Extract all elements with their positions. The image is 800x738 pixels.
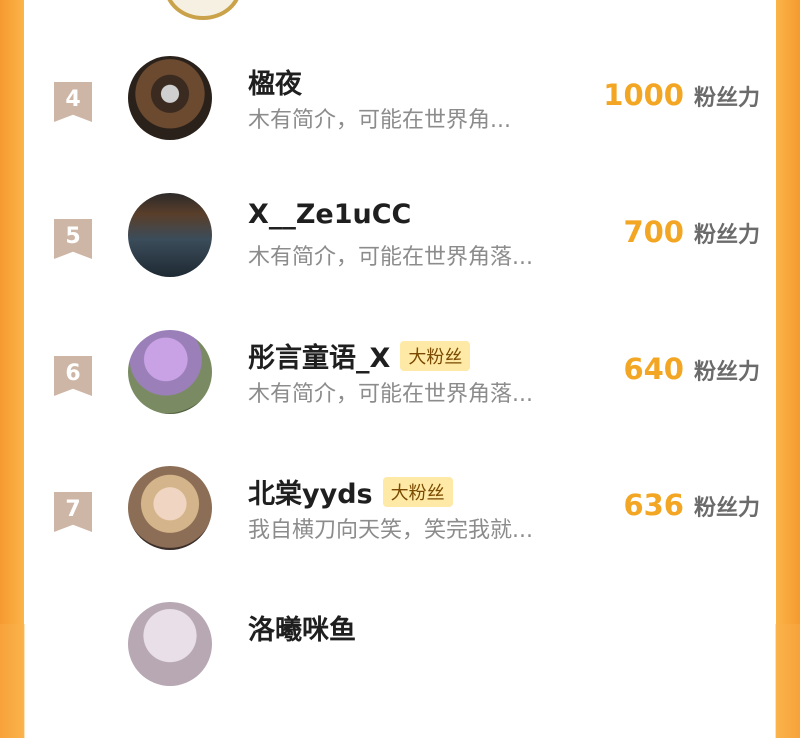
list-item[interactable]: 洛曦咪鱼	[24, 602, 776, 738]
fan-power-value: 636	[623, 488, 684, 522]
fan-power-label: 粉丝力	[693, 223, 760, 248]
rank-badge: 7	[54, 492, 92, 532]
avatar[interactable]	[128, 602, 212, 686]
fan-power-value: 640	[623, 352, 684, 386]
user-bio: 我自横刀向天笑，笑完我就...	[248, 518, 533, 543]
fan-power-value: 700	[623, 215, 684, 249]
avatar[interactable]	[128, 466, 212, 550]
user-bio: 木有简介，可能在世界角落...	[248, 245, 533, 270]
list-item[interactable]: 6 彤言童语_X 大粉丝 木有简介，可能在世界角落... 640 粉丝力	[24, 330, 776, 466]
user-name[interactable]: 洛曦咪鱼	[248, 608, 356, 647]
big-fan-badge: 大粉丝	[382, 476, 453, 507]
left-frame	[0, 0, 24, 624]
user-name[interactable]: 北棠yyds 大粉丝	[248, 472, 453, 511]
fan-power: 636 粉丝力	[623, 488, 760, 522]
fan-power: 700 粉丝力	[623, 215, 760, 249]
list-item[interactable]: 5 X__Ze1uCC 木有简介，可能在世界角落... 700 粉丝力	[24, 193, 776, 329]
rank-badge: 6	[54, 356, 92, 396]
avatar-partial-top[interactable]	[164, 0, 242, 20]
avatar[interactable]	[128, 193, 212, 277]
fan-power-label: 粉丝力	[693, 360, 760, 385]
fan-power: 1000 粉丝力	[603, 78, 760, 112]
user-name[interactable]: 彤言童语_X 大粉丝	[248, 336, 471, 375]
user-bio: 木有简介，可能在世界角...	[248, 108, 511, 133]
rank-badge: 5	[54, 219, 92, 259]
list-item[interactable]: 4 楹夜 木有简介，可能在世界角... 1000 粉丝力	[24, 56, 776, 192]
fan-power: 640 粉丝力	[623, 352, 760, 386]
big-fan-badge: 大粉丝	[400, 340, 471, 371]
fan-power-label: 粉丝力	[693, 496, 760, 521]
right-frame	[776, 0, 800, 624]
user-name[interactable]: X__Ze1uCC	[248, 199, 411, 230]
ranking-list: 4 楹夜 木有简介，可能在世界角... 1000 粉丝力 5 X__Ze1uCC…	[24, 0, 776, 686]
user-bio: 木有简介，可能在世界角落...	[248, 382, 533, 407]
list-item[interactable]: 7 北棠yyds 大粉丝 我自横刀向天笑，笑完我就... 636 粉丝力	[24, 466, 776, 602]
user-name[interactable]: 楹夜	[248, 62, 302, 101]
fan-power-value: 1000	[603, 78, 684, 112]
avatar[interactable]	[128, 56, 212, 140]
rank-badge: 4	[54, 82, 92, 122]
fan-power-label: 粉丝力	[693, 86, 760, 111]
avatar[interactable]	[128, 330, 212, 414]
